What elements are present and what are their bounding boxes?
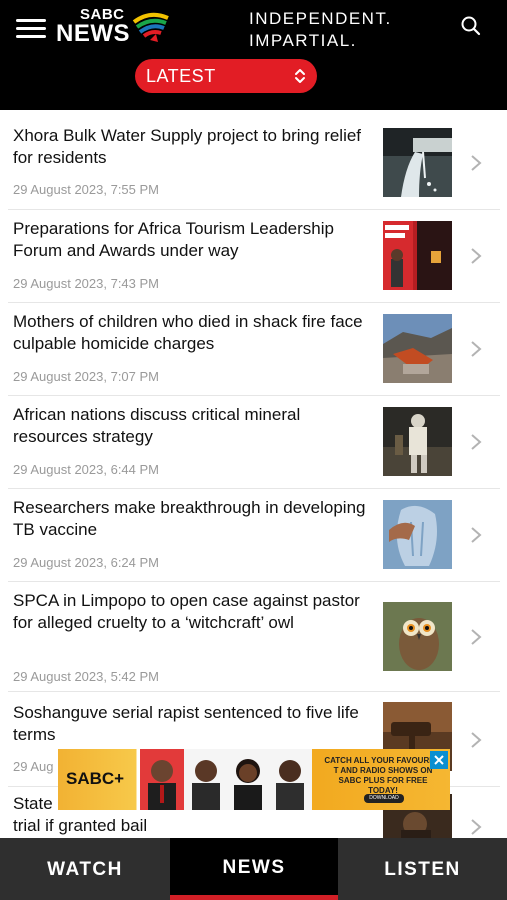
tagline: INDEPENDENT. IMPARTIAL. [249, 8, 392, 52]
tab-listen[interactable]: LISTEN [338, 838, 507, 900]
ad-brand-logo: SABC+ [66, 769, 125, 788]
ad-banner[interactable]: SABC+ CATCH ALL YOUR FAVOURITE T AND RAD… [58, 749, 450, 810]
chevron-right-icon [471, 155, 482, 171]
chevron-right-icon [471, 527, 482, 543]
ad-person-image [226, 749, 270, 810]
sabc-news-logo[interactable]: SABC NEWS [56, 6, 176, 47]
article-row[interactable]: Preparations for Africa Tourism Leadersh… [0, 203, 507, 296]
article-date: 29 August 2023, 7:07 PM [13, 369, 159, 384]
chevron-right-icon [471, 629, 482, 645]
ad-person-image [184, 749, 228, 810]
article-thumbnail [383, 314, 452, 383]
ad-download-button[interactable]: DOWNLOAD [364, 794, 404, 803]
chevron-right-icon [471, 341, 482, 357]
logo-rainbow-icon [132, 12, 169, 42]
article-title: Mothers of children who died in shack fi… [13, 312, 363, 353]
chevron-right-icon [471, 248, 482, 264]
article-thumbnail [383, 128, 452, 197]
article-date: 29 August 2023, 7:55 PM [13, 182, 159, 197]
logo-news-text: NEWS [56, 20, 130, 47]
bottom-tab-bar: WATCH NEWS LISTEN [0, 838, 507, 900]
article-title: Researchers make breakthrough in develop… [13, 498, 366, 539]
article-row[interactable]: African nations discuss critical mineral… [0, 389, 507, 482]
article-thumbnail [383, 500, 452, 569]
tab-listen-label: LISTEN [384, 859, 461, 880]
article-row[interactable]: Mothers of children who died in shack fi… [0, 296, 507, 389]
chevron-right-icon [471, 819, 482, 835]
chevron-right-icon [471, 732, 482, 748]
dropdown-label: LATEST [146, 66, 216, 86]
article-date: 29 Aug [13, 759, 54, 774]
article-title: Soshanguve serial rapist sentenced to fi… [13, 703, 359, 744]
chevron-right-icon [471, 434, 482, 450]
article-row[interactable]: Researchers make breakthrough in develop… [0, 482, 507, 575]
article-title: Preparations for Africa Tourism Leadersh… [13, 219, 334, 260]
article-date: 29 August 2023, 6:24 PM [13, 555, 159, 570]
tagline-line-2: IMPARTIAL. [249, 31, 357, 50]
article-thumbnail [383, 602, 452, 671]
article-title: SPCA in Limpopo to open case against pas… [13, 591, 360, 632]
article-row[interactable]: Xhora Bulk Water Supply project to bring… [0, 110, 507, 203]
tab-news[interactable]: NEWS [170, 838, 338, 900]
app-header: SABC NEWS INDEPENDENT. IMPARTIAL. LATEST [0, 0, 507, 110]
tab-news-label: NEWS [222, 857, 286, 878]
tab-watch-label: WATCH [47, 859, 123, 880]
latest-category-dropdown[interactable]: LATEST [135, 59, 317, 93]
ad-person-image [140, 749, 184, 810]
article-title: African nations discuss critical mineral… [13, 405, 301, 446]
ad-headline: CATCH ALL YOUR FAVOURITE T AND RADIO SHO… [324, 756, 442, 795]
article-title: Xhora Bulk Water Supply project to bring… [13, 126, 362, 167]
article-date: 29 August 2023, 7:43 PM [13, 276, 159, 291]
article-title-line-2: trial if granted bail [13, 816, 148, 835]
hamburger-icon[interactable] [16, 19, 46, 39]
article-date: 29 August 2023, 5:42 PM [13, 669, 159, 684]
article-thumbnail [383, 221, 452, 290]
tab-watch[interactable]: WATCH [0, 838, 170, 900]
article-row[interactable]: SPCA in Limpopo to open case against pas… [0, 575, 507, 687]
close-icon[interactable] [430, 751, 448, 769]
tagline-line-1: INDEPENDENT. [249, 9, 392, 28]
search-icon[interactable] [460, 15, 482, 37]
active-tab-indicator [170, 895, 338, 900]
up-down-arrows-icon [295, 69, 305, 83]
ad-person-image [268, 749, 312, 810]
article-thumbnail [383, 407, 452, 476]
article-date: 29 August 2023, 6:44 PM [13, 462, 159, 477]
